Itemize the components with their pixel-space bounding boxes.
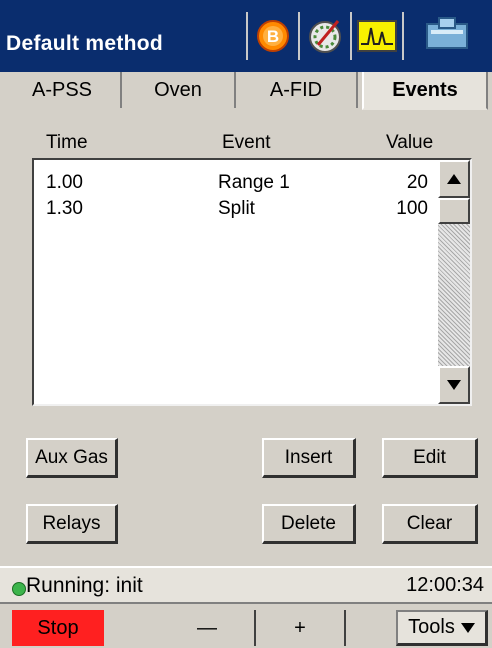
list-item[interactable]: 1.30 Split 100 (34, 198, 434, 222)
event-column-header: Event (222, 132, 271, 153)
events-panel: Time Event Value 1.00 Range 1 20 1.30 Sp… (0, 110, 492, 560)
running-indicator-icon (12, 582, 26, 596)
chevron-down-icon (460, 622, 475, 633)
arrow-down-icon (447, 380, 461, 390)
chromatogram-icon[interactable] (350, 12, 402, 60)
decrement-button[interactable]: — (160, 610, 256, 646)
arrow-up-icon (447, 174, 461, 184)
tab-bar: A-PSS Oven A-FID Events (0, 72, 492, 112)
value-column-header: Value (386, 132, 434, 153)
dial-needle-icon[interactable] (298, 12, 350, 60)
event-name: Range 1 (218, 172, 290, 193)
event-name: Split (218, 198, 255, 219)
increment-button[interactable]: + (256, 610, 346, 646)
bottom-toolbar: Stop — + Tools (0, 602, 492, 648)
status-time: 12:00:34 (406, 574, 484, 596)
scroll-thumb[interactable] (438, 198, 470, 224)
tools-menu-button[interactable]: Tools (396, 610, 488, 646)
clear-button[interactable]: Clear (382, 504, 478, 544)
tab-a-fid[interactable]: A-FID (236, 72, 358, 108)
tools-label: Tools (408, 616, 455, 638)
badge-b-icon[interactable]: B (246, 12, 298, 60)
title-bar: Default method B (0, 0, 492, 72)
svg-text:B: B (267, 27, 279, 46)
scroll-down-button[interactable] (438, 366, 470, 404)
stop-button[interactable]: Stop (12, 610, 104, 646)
events-list[interactable]: 1.00 Range 1 20 1.30 Split 100 (32, 158, 472, 406)
window-title: Default method (6, 32, 164, 55)
insert-button[interactable]: Insert (262, 438, 356, 478)
tab-a-pss[interactable]: A-PSS (4, 72, 122, 108)
relays-button[interactable]: Relays (26, 504, 118, 544)
status-text: Running: init (26, 574, 143, 597)
vertical-scrollbar[interactable] (438, 160, 470, 404)
tab-oven[interactable]: Oven (122, 72, 236, 108)
event-time: 1.00 (46, 172, 83, 193)
instrument-icon[interactable] (402, 12, 490, 60)
event-value: 20 (406, 172, 428, 193)
status-bar: Running: init 12:00:34 (0, 566, 492, 604)
event-time: 1.30 (46, 198, 83, 219)
scroll-up-button[interactable] (438, 160, 470, 198)
list-item[interactable]: 1.00 Range 1 20 (34, 172, 434, 196)
event-value: 100 (396, 198, 428, 219)
aux-gas-button[interactable]: Aux Gas (26, 438, 118, 478)
tab-events[interactable]: Events (362, 72, 488, 110)
time-column-header: Time (46, 132, 88, 153)
delete-button[interactable]: Delete (262, 504, 356, 544)
edit-button[interactable]: Edit (382, 438, 478, 478)
